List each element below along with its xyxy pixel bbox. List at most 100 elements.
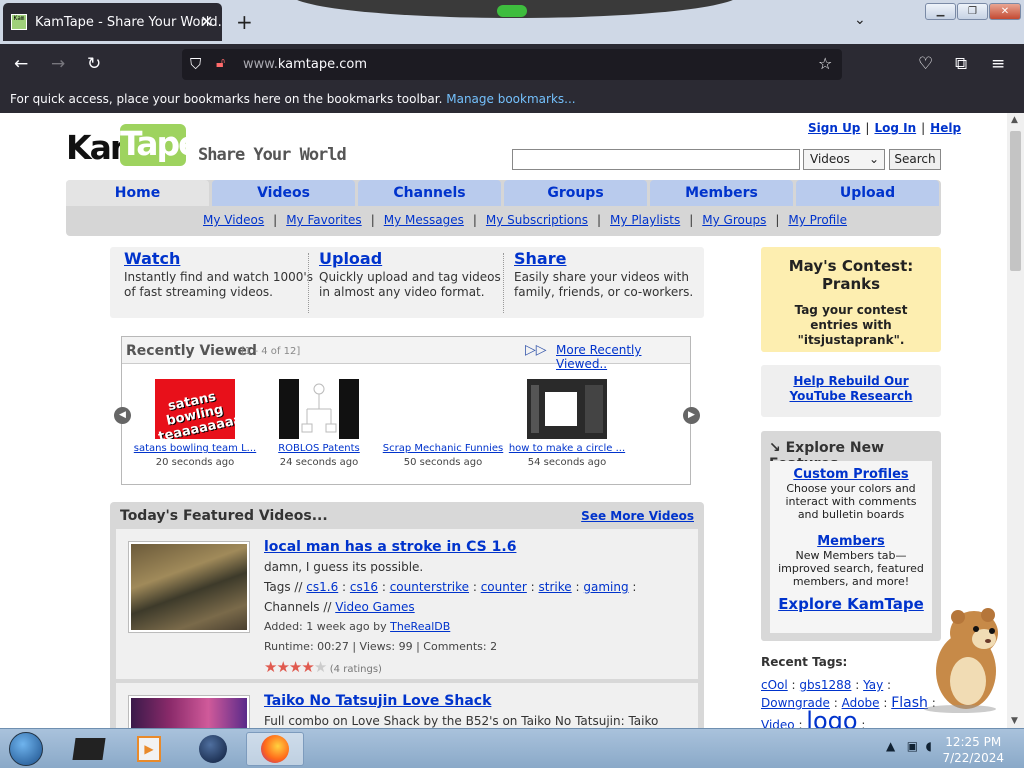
tag-link[interactable]: gaming xyxy=(583,580,628,594)
tag-link[interactable]: cs16 xyxy=(350,580,378,594)
firefox-taskbar-button[interactable] xyxy=(246,732,304,766)
watch-link[interactable]: Watch xyxy=(124,251,314,267)
browser-tab[interactable]: Kam KamTape - Share Your World. ✕ xyxy=(3,3,222,41)
my-profile-link[interactable]: My Profile xyxy=(788,213,847,227)
next-arrow-icon[interactable]: ▶ xyxy=(683,407,700,424)
tag-link[interactable]: Video xyxy=(761,718,795,728)
share-link[interactable]: Share xyxy=(514,251,694,267)
explorer-icon[interactable] xyxy=(64,732,114,766)
recent-item: ROBLOS Patents 24 seconds ago xyxy=(256,443,382,468)
window-close-button[interactable]: ✕ xyxy=(989,3,1021,20)
video-thumbnail[interactable] xyxy=(128,695,250,728)
tab-members[interactable]: Members xyxy=(650,180,793,206)
tag-link[interactable]: counterstrike xyxy=(390,580,469,594)
my-messages-link[interactable]: My Messages xyxy=(384,213,464,227)
recent-item: Scrap Mechanic Funnies 50 seconds ago xyxy=(380,443,506,468)
search-input[interactable] xyxy=(512,149,800,170)
my-subscriptions-link[interactable]: My Subscriptions xyxy=(486,213,588,227)
intro-watch: Watch Instantly find and watch 1000's of… xyxy=(124,249,314,300)
video-thumbnail[interactable] xyxy=(279,379,359,439)
intro-box: Watch Instantly find and watch 1000's of… xyxy=(110,247,704,318)
new-tab-icon[interactable]: + xyxy=(236,10,253,34)
tag-link[interactable]: gbs1288 xyxy=(799,678,851,692)
scroll-up-icon[interactable]: ▲ xyxy=(1011,115,1018,125)
sign-up-link[interactable]: Sign Up xyxy=(808,121,860,135)
star-filled: ★ xyxy=(264,658,277,676)
network-icon[interactable]: ▣ xyxy=(907,739,918,753)
tray-expand-icon[interactable]: ▲ xyxy=(886,739,895,753)
account-links: Sign Up | Log In | Help xyxy=(808,121,962,135)
url-bar[interactable]: ⛉ 🔓︎ www.kamtape.com ☆ xyxy=(182,49,842,80)
see-more-videos-link[interactable]: See More Videos xyxy=(581,509,694,523)
url-text[interactable]: www.kamtape.com xyxy=(243,57,367,72)
back-icon[interactable]: ← xyxy=(14,54,28,74)
tag-link[interactable]: logo xyxy=(806,707,857,728)
globe-icon[interactable] xyxy=(188,732,238,766)
video-added: Added: 1 week ago by TheRealDB xyxy=(264,620,451,633)
tag-link[interactable]: Yay xyxy=(863,678,883,692)
video-thumbnail[interactable]: satans bowling teaaaaaaaam xyxy=(155,379,235,439)
maximize-button[interactable]: ❐ xyxy=(957,3,988,20)
video-title-link[interactable]: Taiko No Tatsujin Love Shack xyxy=(264,693,491,709)
tag-link[interactable]: cOol xyxy=(761,678,788,692)
system-tray: ▲ ▣ ◖ xyxy=(886,739,932,753)
my-favorites-link[interactable]: My Favorites xyxy=(286,213,361,227)
scroll-down-icon[interactable]: ▼ xyxy=(1011,716,1018,726)
tag-link[interactable]: strike xyxy=(539,580,572,594)
explore-kamtape-link[interactable]: Explore KamTape xyxy=(770,597,932,612)
star-filled: ★ xyxy=(301,658,314,676)
help-link[interactable]: Help xyxy=(930,121,961,135)
contest-body: Tag your contest entries with "itsjustap… xyxy=(794,303,908,347)
video-thumbnail[interactable] xyxy=(527,379,607,439)
video-channels: Channels // Video Games xyxy=(264,600,415,614)
previous-arrow-icon[interactable]: ◀ xyxy=(114,407,131,424)
star-filled: ★ xyxy=(288,658,302,676)
minimize-button[interactable]: ▁ xyxy=(925,3,956,20)
tab-close-icon[interactable]: ✕ xyxy=(200,12,213,31)
tab-channels[interactable]: Channels xyxy=(358,180,501,206)
recent-video-link[interactable]: how to make a circle ... xyxy=(504,443,630,454)
members-link[interactable]: Members xyxy=(770,535,932,548)
clock[interactable]: 12:25 PM 7/22/2024 xyxy=(942,734,1004,766)
search-type-select[interactable]: Videos ⌄ xyxy=(803,149,885,170)
video-thumbnail[interactable] xyxy=(128,541,250,633)
tab-home[interactable]: Home xyxy=(66,180,209,206)
tag-link[interactable]: cs1.6 xyxy=(306,580,338,594)
featured-videos: Today's Featured Videos... See More Vide… xyxy=(110,502,704,728)
shield-icon[interactable]: ⛉ xyxy=(190,55,201,73)
recent-video-link[interactable]: satans bowling team L... xyxy=(132,443,258,454)
rebuild-research-link[interactable]: Help Rebuild Our YouTube Research xyxy=(761,374,941,404)
tab-videos[interactable]: Videos xyxy=(212,180,355,206)
start-button[interactable] xyxy=(4,732,48,766)
bookmark-star-icon[interactable]: ☆ xyxy=(818,54,832,73)
my-videos-link[interactable]: My Videos xyxy=(203,213,264,227)
my-playlists-link[interactable]: My Playlists xyxy=(610,213,680,227)
channel-link[interactable]: Video Games xyxy=(335,600,414,614)
my-groups-link[interactable]: My Groups xyxy=(702,213,766,227)
tag-link[interactable]: counter xyxy=(481,580,527,594)
extensions-icon[interactable]: ⧉ xyxy=(955,54,967,74)
menu-icon[interactable]: ≡ xyxy=(991,54,1005,74)
recent-video-link[interactable]: ROBLOS Patents xyxy=(256,443,382,454)
custom-profiles-link[interactable]: Custom Profiles xyxy=(770,468,932,481)
insecure-lock-icon[interactable]: 🔓︎ xyxy=(216,55,225,71)
tab-groups[interactable]: Groups xyxy=(504,180,647,206)
pocket-icon[interactable]: ♡ xyxy=(918,54,933,74)
tagline: Share Your World xyxy=(198,145,347,165)
volume-icon[interactable]: ◖ xyxy=(926,739,932,753)
media-player-icon[interactable]: ▶ xyxy=(124,732,174,766)
author-link[interactable]: TheRealDB xyxy=(390,620,450,633)
page-scrollbar[interactable]: ▲ ▼ xyxy=(1007,113,1024,728)
reload-icon[interactable]: ↻ xyxy=(87,54,101,74)
recent-video-link[interactable]: Scrap Mechanic Funnies xyxy=(380,443,506,454)
forward-icon[interactable]: → xyxy=(51,54,65,74)
log-in-link[interactable]: Log In xyxy=(874,121,916,135)
upload-link[interactable]: Upload xyxy=(319,251,509,267)
search-button[interactable]: Search xyxy=(889,149,941,170)
tab-list-chevron-icon[interactable]: ⌄ xyxy=(854,12,866,28)
more-recently-viewed-link[interactable]: More Recently Viewed.. xyxy=(556,343,690,371)
scrollbar-thumb[interactable] xyxy=(1010,131,1021,271)
video-title-link[interactable]: local man has a stroke in CS 1.6 xyxy=(264,539,516,555)
manage-bookmarks-link[interactable]: Manage bookmarks... xyxy=(446,92,575,106)
tab-upload[interactable]: Upload xyxy=(796,180,939,206)
